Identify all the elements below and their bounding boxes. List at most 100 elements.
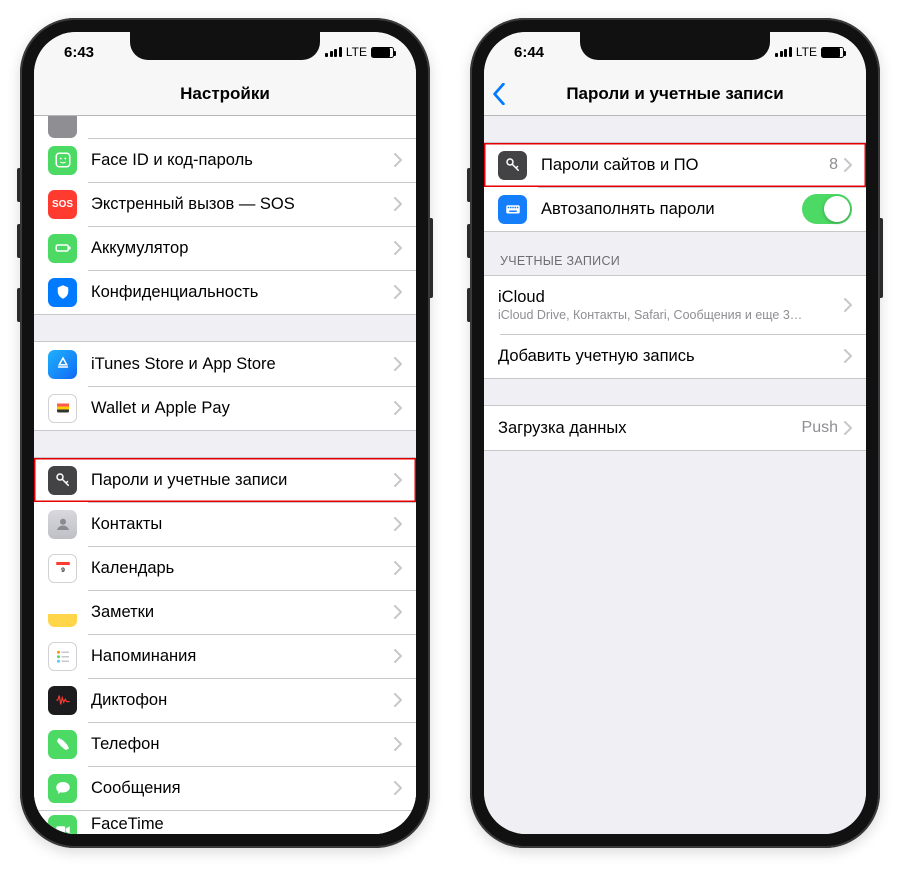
row-sos[interactable]: SOS Экстренный вызов — SOS — [34, 182, 416, 226]
chevron-icon — [394, 241, 402, 255]
key-icon — [48, 466, 77, 495]
signal-icon — [325, 47, 342, 57]
chevron-icon — [394, 401, 402, 415]
row-label: iCloud — [498, 288, 844, 307]
row-label: Загрузка данных — [498, 419, 802, 438]
chevron-icon — [394, 781, 402, 795]
row-label: Пароли и учетные записи — [91, 471, 394, 490]
screen-right: 6:44 LTE Пароли и учетные записи Пароли … — [484, 32, 866, 834]
chevron-icon — [844, 298, 852, 312]
row-phone[interactable]: Телефон — [34, 722, 416, 766]
voice-memos-icon — [48, 686, 77, 715]
contacts-icon — [48, 510, 77, 539]
chevron-icon — [844, 158, 852, 172]
row-label: FaceTime — [91, 815, 402, 834]
chevron-icon — [394, 605, 402, 619]
signal-icon — [775, 47, 792, 57]
chevron-icon — [394, 357, 402, 371]
row-label: Телефон — [91, 735, 394, 754]
reminders-icon — [48, 642, 77, 671]
row-contacts[interactable]: Контакты — [34, 502, 416, 546]
row-detail: 8 — [829, 156, 838, 174]
section-header-accounts: УЧЕТНЫЕ ЗАПИСИ — [484, 232, 866, 275]
messages-icon — [48, 774, 77, 803]
notch — [580, 32, 770, 60]
back-button[interactable] — [492, 72, 506, 115]
chevron-icon — [844, 421, 852, 435]
chevron-icon — [394, 693, 402, 707]
status-time: 6:44 — [514, 44, 544, 61]
battery-icon — [821, 47, 844, 58]
row-notes[interactable]: Заметки — [34, 590, 416, 634]
carrier-label: LTE — [346, 45, 367, 59]
privacy-icon — [48, 278, 77, 307]
calendar-icon: 9 — [48, 554, 77, 583]
row-wallet[interactable]: Wallet и Apple Pay — [34, 386, 416, 430]
appstore-icon — [48, 350, 77, 379]
chevron-icon — [394, 197, 402, 211]
notes-icon — [48, 598, 77, 627]
row-subtitle: iCloud Drive, Контакты, Safari, Сообщени… — [498, 308, 844, 322]
battery-icon — [371, 47, 394, 58]
sos-icon: SOS — [48, 190, 77, 219]
navbar: Пароли и учетные записи — [484, 72, 866, 116]
row-label: Экстренный вызов — SOS — [91, 195, 394, 214]
row-label: Аккумулятор — [91, 239, 394, 258]
row-label: Автозаполнять пароли — [541, 200, 802, 219]
row-itunes[interactable]: iTunes Store и App Store — [34, 342, 416, 386]
row-faceid[interactable]: Face ID и код-пароль — [34, 138, 416, 182]
page-title: Настройки — [180, 84, 270, 104]
row-autofill[interactable]: Автозаполнять пароли — [484, 187, 866, 231]
row-privacy[interactable]: Конфиденциальность — [34, 270, 416, 314]
row-battery[interactable]: Аккумулятор — [34, 226, 416, 270]
row-label: Пароли сайтов и ПО — [541, 156, 829, 175]
row-facetime[interactable]: FaceTime — [34, 811, 416, 834]
screen-left: 6:43 LTE Настройки Face ID и код-пароль — [34, 32, 416, 834]
battery-row-icon — [48, 234, 77, 263]
facetime-icon — [48, 815, 77, 834]
chevron-icon — [394, 517, 402, 531]
row-clipped-top — [34, 116, 416, 138]
phone-icon — [48, 730, 77, 759]
row-label: Сообщения — [91, 779, 394, 798]
chevron-icon — [394, 737, 402, 751]
row-fetch-data[interactable]: Загрузка данных Push — [484, 406, 866, 450]
status-time: 6:43 — [64, 44, 94, 61]
navbar: Настройки — [34, 72, 416, 116]
row-label: Контакты — [91, 515, 394, 534]
row-icloud[interactable]: iCloud iCloud Drive, Контакты, Safari, С… — [484, 276, 866, 334]
row-label: Напоминания — [91, 647, 394, 666]
chevron-icon — [394, 285, 402, 299]
row-label: Диктофон — [91, 691, 394, 710]
row-add-account[interactable]: Добавить учетную запись — [484, 334, 866, 378]
row-calendar[interactable]: 9 Календарь — [34, 546, 416, 590]
row-reminders[interactable]: Напоминания — [34, 634, 416, 678]
row-label: Wallet и Apple Pay — [91, 399, 394, 418]
row-label: Календарь — [91, 559, 394, 578]
row-site-passwords[interactable]: Пароли сайтов и ПО 8 — [484, 143, 866, 187]
row-label: Face ID и код-пароль — [91, 151, 394, 170]
phone-right: 6:44 LTE Пароли и учетные записи Пароли … — [470, 18, 880, 848]
chevron-icon — [394, 473, 402, 487]
autofill-switch[interactable] — [802, 194, 852, 224]
generic-icon — [48, 116, 77, 138]
chevron-icon — [394, 649, 402, 663]
notch — [130, 32, 320, 60]
carrier-label: LTE — [796, 45, 817, 59]
settings-list[interactable]: Face ID и код-пароль SOS Экстренный вызо… — [34, 116, 416, 834]
key-icon — [498, 151, 527, 180]
row-passwords-accounts[interactable]: Пароли и учетные записи — [34, 458, 416, 502]
row-messages[interactable]: Сообщения — [34, 766, 416, 810]
svg-text:9: 9 — [61, 567, 65, 574]
chevron-icon — [844, 349, 852, 363]
row-voice-memos[interactable]: Диктофон — [34, 678, 416, 722]
status-right: LTE — [325, 45, 394, 59]
keyboard-icon — [498, 195, 527, 224]
row-label: iTunes Store и App Store — [91, 355, 394, 374]
status-right: LTE — [775, 45, 844, 59]
phone-left: 6:43 LTE Настройки Face ID и код-пароль — [20, 18, 430, 848]
passwords-list[interactable]: Пароли сайтов и ПО 8 Автозаполнять парол… — [484, 116, 866, 834]
faceid-icon — [48, 146, 77, 175]
page-title: Пароли и учетные записи — [566, 84, 783, 104]
wallet-icon — [48, 394, 77, 423]
